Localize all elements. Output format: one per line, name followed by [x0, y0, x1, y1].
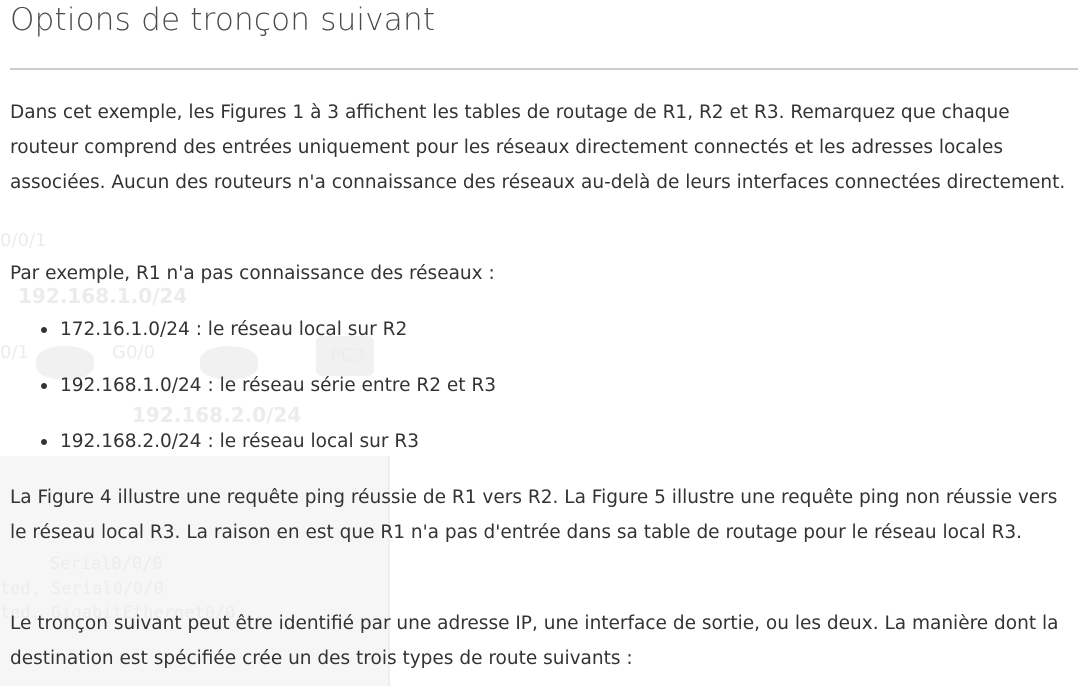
ghost-label: 0/0/1 [0, 230, 47, 251]
list-item: 172.16.1.0/24 : le réseau local sur R2 [40, 312, 496, 368]
example-paragraph: Par exemple, R1 n'a pas connaissance des… [10, 263, 495, 284]
bullet-icon [41, 439, 47, 445]
figure-explanation-paragraph: La Figure 4 illustre une requête ping ré… [10, 487, 1058, 543]
list-item: 192.168.2.0/24 : le réseau local sur R3 [40, 424, 496, 480]
list-item: 192.168.1.0/24 : le réseau série entre R… [40, 368, 496, 424]
list-item-text: 192.168.1.0/24 : le réseau série entre R… [60, 375, 497, 396]
page-title: Options de tronçon suivant [10, 2, 436, 38]
network-list: 172.16.1.0/24 : le réseau local sur R2 1… [40, 312, 496, 480]
ghost-label: 0/1 [0, 342, 29, 363]
bullet-icon [41, 327, 47, 333]
title-divider [10, 68, 1078, 70]
intro-paragraph: Dans cet exemple, les Figures 1 à 3 affi… [10, 102, 1066, 193]
list-item-text: 172.16.1.0/24 : le réseau local sur R2 [60, 319, 408, 340]
bullet-icon [41, 383, 47, 389]
ghost-terminal-line: ted, Serial0/0/0 [0, 579, 164, 599]
next-hop-paragraph: Le tronçon suivant peut être identifié p… [10, 613, 1059, 669]
list-item-text: 192.168.2.0/24 : le réseau local sur R3 [60, 431, 419, 452]
ghost-terminal-line: Serial0/0/0 [50, 554, 163, 574]
